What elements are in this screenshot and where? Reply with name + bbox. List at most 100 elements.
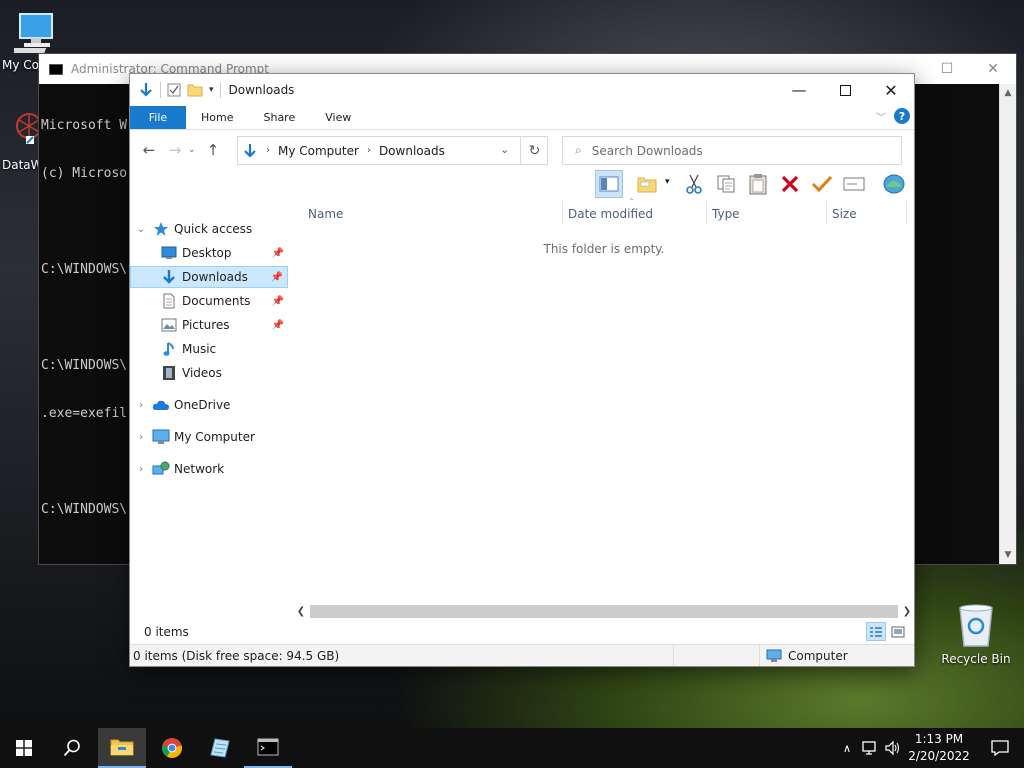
status-zone-label: Computer xyxy=(788,648,848,663)
ribbon-tabs: File Home Share View ﹀ ? xyxy=(130,106,914,130)
computer-icon xyxy=(766,649,782,662)
download-arrow-icon xyxy=(160,269,178,285)
scroll-right-icon[interactable]: ❯ xyxy=(900,606,914,617)
window-title: Downloads xyxy=(228,83,295,97)
properties-icon[interactable] xyxy=(167,83,181,97)
column-divider[interactable] xyxy=(906,201,907,225)
up-button[interactable]: ↑ xyxy=(200,141,226,159)
address-dropdown-icon[interactable]: ⌄ xyxy=(500,143,509,156)
scroll-left-icon[interactable]: ❮ xyxy=(294,606,308,617)
new-item-dropdown-icon[interactable]: ▾ xyxy=(665,177,670,187)
breadcrumb-downloads[interactable]: Downloads xyxy=(379,144,445,158)
network-icon[interactable] xyxy=(862,740,880,756)
pin-icon: 📌 xyxy=(271,319,284,331)
network-icon xyxy=(152,461,170,477)
tab-file[interactable]: File xyxy=(130,106,186,129)
nav-item-downloads[interactable]: Downloads 📌 xyxy=(130,266,288,288)
taskbar: ∧ 1:13 PM 2/20/2022 xyxy=(0,728,1024,768)
taskbar-file-explorer[interactable] xyxy=(98,728,146,768)
nav-item-documents[interactable]: Documents 📌 xyxy=(130,290,288,312)
start-button[interactable] xyxy=(0,728,48,768)
delete-button[interactable] xyxy=(776,170,804,198)
back-button[interactable]: ← xyxy=(136,141,162,159)
preview-pane-button[interactable] xyxy=(595,170,623,198)
horizontal-scrollbar[interactable]: ❮ ❯ xyxy=(294,603,914,620)
maximize-button[interactable] xyxy=(822,74,868,106)
search-input[interactable]: ⌕ Search Downloads xyxy=(562,136,902,165)
nav-item-network[interactable]: › Network xyxy=(130,458,288,480)
taskbar-clock[interactable]: 1:13 PM 2/20/2022 xyxy=(905,731,973,765)
chevron-right-icon[interactable]: › xyxy=(266,145,270,156)
volume-icon[interactable] xyxy=(884,740,902,756)
address-bar[interactable]: › My Computer › Downloads ⌄ xyxy=(237,136,548,165)
chevron-right-icon[interactable]: › xyxy=(130,432,152,443)
select-button[interactable] xyxy=(808,170,836,198)
column-header-name[interactable]: Name xyxy=(308,207,343,221)
column-divider[interactable] xyxy=(562,201,563,225)
taskbar-chrome[interactable] xyxy=(148,728,196,768)
column-header-size[interactable]: Size xyxy=(832,207,857,221)
chevron-right-icon[interactable]: › xyxy=(130,464,152,475)
desktop-icon-my-computer[interactable]: My Co xyxy=(0,8,70,72)
copy-button[interactable] xyxy=(712,170,740,198)
scrollbar-thumb[interactable] xyxy=(310,605,898,618)
column-divider[interactable] xyxy=(826,201,827,225)
action-center-button[interactable] xyxy=(976,728,1024,768)
file-explorer-window[interactable]: ▾ Downloads — ✕ File Home Share View ﹀ ?… xyxy=(129,73,915,667)
help-button[interactable]: ? xyxy=(894,108,910,124)
tab-share[interactable]: Share xyxy=(248,106,310,129)
nav-item-my-computer[interactable]: › My Computer xyxy=(130,426,288,448)
taskbar-search-button[interactable] xyxy=(48,728,96,768)
chevron-down-icon[interactable]: ⌄ xyxy=(130,224,152,235)
file-list[interactable]: Name ⌃ Date modified Type Size This fold… xyxy=(294,197,914,621)
details-view-button[interactable] xyxy=(866,622,886,641)
column-divider[interactable] xyxy=(706,201,707,225)
new-item-button[interactable] xyxy=(633,170,661,198)
close-button[interactable]: ✕ xyxy=(868,74,914,106)
explorer-title-bar[interactable]: ▾ Downloads — ✕ xyxy=(130,74,914,106)
nav-item-desktop[interactable]: Desktop 📌 xyxy=(130,242,288,264)
nav-item-onedrive[interactable]: › OneDrive xyxy=(130,394,288,416)
expand-ribbon-icon[interactable]: ﹀ xyxy=(876,109,886,124)
breadcrumb-my-computer[interactable]: My Computer xyxy=(278,144,359,158)
status-spacer xyxy=(674,645,760,666)
chevron-right-icon[interactable]: › xyxy=(130,400,152,411)
qat-separator xyxy=(160,82,161,98)
search-placeholder: Search Downloads xyxy=(591,143,703,158)
star-icon xyxy=(152,221,170,237)
nav-item-quick-access[interactable]: ⌄ Quick access xyxy=(130,218,288,240)
paste-button[interactable] xyxy=(744,170,772,198)
navigation-pane[interactable]: ⌄ Quick access Desktop 📌 Downloads 📌 Doc… xyxy=(130,201,290,639)
new-folder-icon[interactable] xyxy=(187,83,203,97)
large-icons-view-button[interactable] xyxy=(888,622,908,641)
item-count: 0 items xyxy=(144,625,189,639)
refresh-button[interactable]: ↻ xyxy=(520,136,548,165)
qat-dropdown-icon[interactable]: ▾ xyxy=(209,85,214,95)
rename-button[interactable] xyxy=(840,170,868,198)
chevron-right-icon[interactable]: › xyxy=(367,145,371,156)
taskbar-notepad-app[interactable] xyxy=(196,728,244,768)
minimize-button[interactable]: — xyxy=(776,74,822,106)
properties-button[interactable] xyxy=(880,170,908,198)
tab-home[interactable]: Home xyxy=(186,106,248,129)
notification-icon xyxy=(991,740,1009,756)
taskbar-command-prompt[interactable] xyxy=(244,728,292,768)
nav-item-label: Pictures xyxy=(182,318,230,332)
desktop-icon xyxy=(160,245,178,261)
forward-button[interactable]: → xyxy=(162,141,188,159)
recent-locations-icon[interactable]: ⌄ xyxy=(188,145,200,155)
nav-item-music[interactable]: Music xyxy=(130,338,288,360)
cut-button[interactable] xyxy=(680,170,708,198)
nav-item-videos[interactable]: Videos xyxy=(130,362,288,384)
column-header-type[interactable]: Type xyxy=(712,207,740,221)
tab-view[interactable]: View xyxy=(310,106,366,129)
cmd-close-button[interactable]: ✕ xyxy=(970,54,1016,84)
desktop-icon-recycle-bin[interactable]: Recycle Bin xyxy=(938,600,1014,666)
nav-item-pictures[interactable]: Pictures 📌 xyxy=(130,314,288,336)
cmd-scrollbar[interactable]: ▲ ▼ xyxy=(999,84,1016,564)
computer-icon xyxy=(14,13,53,53)
column-header-date-modified[interactable]: Date modified xyxy=(568,207,653,221)
status-bar: 0 items (Disk free space: 94.5 GB) Compu… xyxy=(130,644,914,666)
show-hidden-icons-button[interactable]: ∧ xyxy=(838,742,856,755)
cmd-maximize-button[interactable]: ☐ xyxy=(924,54,970,84)
